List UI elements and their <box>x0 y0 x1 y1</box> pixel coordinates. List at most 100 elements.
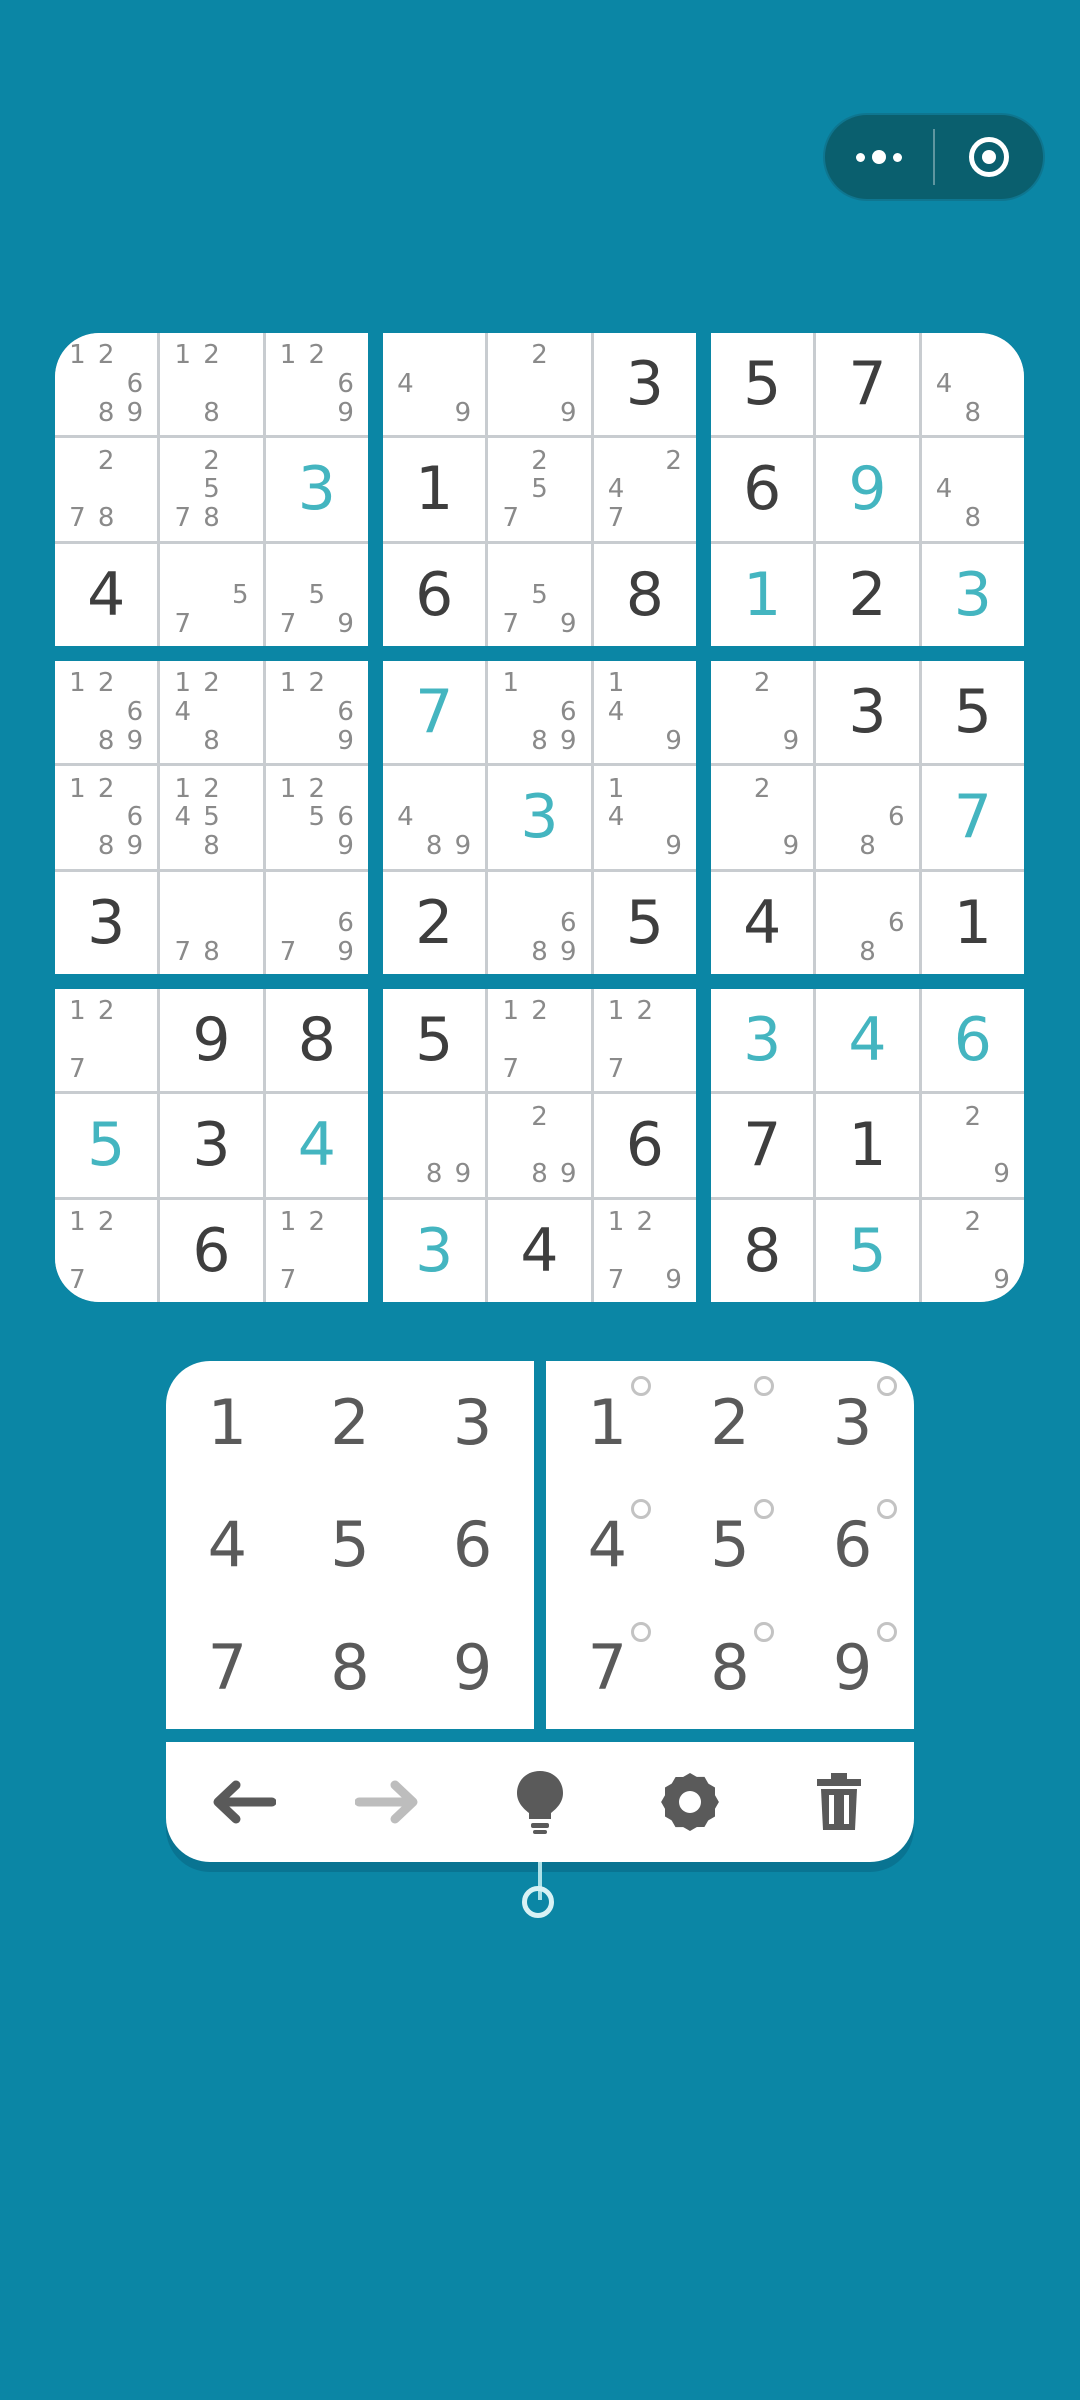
more-button[interactable] <box>825 115 933 199</box>
sudoku-cell[interactable]: 3 <box>55 871 158 974</box>
sudoku-cell-notes[interactable]: 12569 <box>265 766 368 869</box>
sudoku-cell-notes[interactable]: 1248 <box>160 661 263 764</box>
sudoku-cell[interactable]: 3 <box>488 766 591 869</box>
sudoku-cell-notes[interactable]: 29 <box>488 333 591 436</box>
sudoku-cell[interactable]: 5 <box>816 1199 919 1302</box>
note-digit-key[interactable]: 6 <box>791 1484 914 1607</box>
sudoku-cell[interactable]: 8 <box>711 1199 814 1302</box>
hint-indicator-ring[interactable] <box>522 1886 554 1918</box>
digit-key[interactable]: 1 <box>166 1361 289 1484</box>
digit-key[interactable]: 8 <box>289 1606 412 1729</box>
sudoku-cell-notes[interactable]: 78 <box>160 871 263 974</box>
sudoku-cell-notes[interactable]: 29 <box>921 1199 1024 1302</box>
sudoku-cell-notes[interactable]: 1689 <box>488 661 591 764</box>
sudoku-cell-notes[interactable]: 12 8 <box>160 333 263 436</box>
sudoku-cell-notes[interactable]: 689 <box>488 871 591 974</box>
sudoku-cell-notes[interactable]: 127 <box>265 1199 368 1302</box>
sudoku-cell[interactable]: 6 <box>383 543 486 646</box>
sudoku-cell[interactable]: 5 <box>921 661 1024 764</box>
note-digit-key[interactable]: 8 <box>669 1606 792 1729</box>
note-digit-key[interactable]: 2 <box>669 1361 792 1484</box>
sudoku-cell[interactable]: 7 <box>711 1094 814 1197</box>
settings-button[interactable] <box>640 1752 740 1852</box>
sudoku-cell-notes[interactable]: 12458 <box>160 766 263 869</box>
sudoku-cell[interactable]: 7 <box>816 333 919 436</box>
sudoku-cell[interactable]: 9 <box>160 989 263 1092</box>
sudoku-cell-notes[interactable]: 12689 <box>55 661 158 764</box>
sudoku-cell-notes[interactable]: 12689 <box>55 333 158 436</box>
sudoku-cell-notes[interactable]: 57 9 <box>265 543 368 646</box>
note-digit-key[interactable]: 1 <box>546 1361 669 1484</box>
sudoku-cell[interactable]: 2 <box>816 543 919 646</box>
digit-key[interactable]: 5 <box>289 1484 412 1607</box>
sudoku-cell-notes[interactable]: 68 <box>816 871 919 974</box>
sudoku-cell-notes[interactable]: 29 <box>711 661 814 764</box>
digit-key[interactable]: 2 <box>289 1361 412 1484</box>
sudoku-cell[interactable]: 8 <box>593 543 696 646</box>
sudoku-cell[interactable]: 6 <box>711 438 814 541</box>
sudoku-cell[interactable]: 5 <box>593 871 696 974</box>
sudoku-cell[interactable]: 6 <box>593 1094 696 1197</box>
sudoku-cell[interactable]: 4 <box>488 1199 591 1302</box>
sudoku-cell-notes[interactable]: 14 9 <box>593 766 696 869</box>
sudoku-cell[interactable]: 4 <box>55 543 158 646</box>
sudoku-cell-notes[interactable]: 278 <box>55 438 158 541</box>
sudoku-cell-notes[interactable]: 89 <box>383 1094 486 1197</box>
sudoku-cell-notes[interactable]: 57 <box>160 543 263 646</box>
sudoku-cell-notes[interactable]: 2578 <box>160 438 263 541</box>
sudoku-cell[interactable]: 7 <box>921 766 1024 869</box>
sudoku-cell[interactable]: 4 <box>265 1094 368 1197</box>
digit-key[interactable]: 9 <box>411 1606 534 1729</box>
sudoku-cell[interactable]: 1 <box>383 438 486 541</box>
sudoku-cell-notes[interactable]: 12689 <box>55 766 158 869</box>
sudoku-cell-notes[interactable]: 489 <box>383 766 486 869</box>
sudoku-cell-notes[interactable]: 257 <box>488 438 591 541</box>
close-button[interactable] <box>935 115 1043 199</box>
digit-key[interactable]: 7 <box>166 1606 289 1729</box>
sudoku-cell[interactable]: 1 <box>816 1094 919 1197</box>
sudoku-cell[interactable]: 3 <box>383 1199 486 1302</box>
sudoku-cell-notes[interactable]: 49 <box>383 333 486 436</box>
sudoku-cell[interactable]: 5 <box>711 333 814 436</box>
sudoku-cell-notes[interactable]: 14 9 <box>593 661 696 764</box>
sudoku-cell[interactable]: 6 <box>160 1199 263 1302</box>
note-digit-key[interactable]: 7 <box>546 1606 669 1729</box>
sudoku-cell-notes[interactable]: 127 <box>488 989 591 1092</box>
sudoku-cell-notes[interactable]: 48 <box>921 333 1024 436</box>
sudoku-cell[interactable]: 6 <box>921 989 1024 1092</box>
sudoku-cell[interactable]: 3 <box>816 661 919 764</box>
sudoku-cell-notes[interactable]: 1269 <box>265 661 368 764</box>
sudoku-cell-notes[interactable]: 127 <box>593 989 696 1092</box>
redo-button[interactable] <box>340 1752 440 1852</box>
sudoku-cell[interactable]: 5 <box>383 989 486 1092</box>
sudoku-cell[interactable]: 1 <box>711 543 814 646</box>
erase-button[interactable] <box>789 1752 889 1852</box>
sudoku-cell[interactable]: 3 <box>593 333 696 436</box>
hint-button[interactable] <box>490 1752 590 1852</box>
sudoku-cell[interactable]: 5 <box>55 1094 158 1197</box>
sudoku-cell-notes[interactable]: 6 7 9 <box>265 871 368 974</box>
sudoku-cell-notes[interactable]: 127 <box>55 1199 158 1302</box>
sudoku-cell-notes[interactable]: 1269 <box>265 333 368 436</box>
sudoku-cell[interactable]: 3 <box>711 989 814 1092</box>
sudoku-cell[interactable]: 3 <box>921 543 1024 646</box>
sudoku-cell[interactable]: 4 <box>816 989 919 1092</box>
sudoku-cell-notes[interactable]: 2 89 <box>488 1094 591 1197</box>
note-digit-key[interactable]: 3 <box>791 1361 914 1484</box>
sudoku-cell-notes[interactable]: 57 9 <box>488 543 591 646</box>
sudoku-cell[interactable]: 3 <box>265 438 368 541</box>
digit-key[interactable]: 3 <box>411 1361 534 1484</box>
note-digit-key[interactable]: 9 <box>791 1606 914 1729</box>
sudoku-cell-notes[interactable]: 29 <box>921 1094 1024 1197</box>
sudoku-cell-notes[interactable]: 2 47 <box>593 438 696 541</box>
sudoku-cell[interactable]: 2 <box>383 871 486 974</box>
digit-key[interactable]: 4 <box>166 1484 289 1607</box>
sudoku-cell[interactable]: 4 <box>711 871 814 974</box>
sudoku-cell-notes[interactable]: 29 <box>711 766 814 869</box>
note-digit-key[interactable]: 5 <box>669 1484 792 1607</box>
sudoku-cell[interactable]: 3 <box>160 1094 263 1197</box>
sudoku-cell-notes[interactable]: 48 <box>921 438 1024 541</box>
undo-button[interactable] <box>191 1752 291 1852</box>
sudoku-cell-notes[interactable]: 68 <box>816 766 919 869</box>
sudoku-cell[interactable]: 7 <box>383 661 486 764</box>
